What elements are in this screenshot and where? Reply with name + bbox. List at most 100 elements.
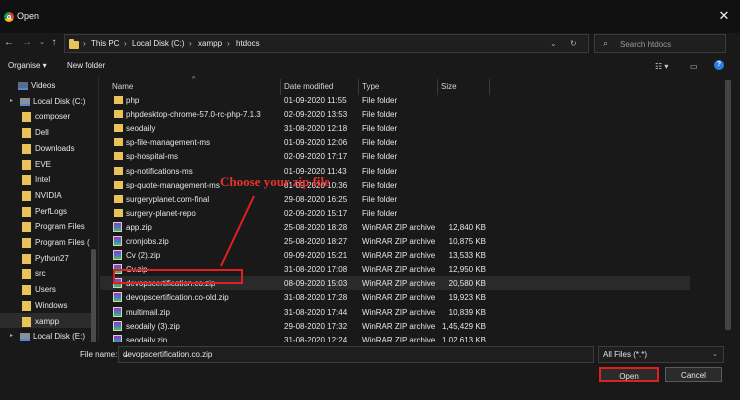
file-date: 25-08-2020 18:28	[284, 222, 348, 232]
file-row[interactable]: sp-file-management-ms 01-09-2020 12:06 Fil…	[100, 135, 690, 149]
new-folder-button[interactable]: New folder	[67, 61, 105, 70]
organise-menu[interactable]: Organise ▾	[8, 61, 47, 70]
folder-icon	[114, 152, 123, 161]
file-size: 13,533 KB	[448, 251, 486, 261]
breadcrumb-local-disk[interactable]: Local Disk (C:)	[132, 39, 184, 48]
address-dropdown-icon[interactable]: ⌄	[550, 39, 557, 48]
nav-item[interactable]: src	[0, 265, 96, 280]
file-type: WinRAR ZIP archive	[362, 307, 436, 317]
file-list-scrollbar[interactable]	[725, 80, 731, 330]
file-date: 09-09-2020 15:21	[284, 251, 348, 261]
up-arrow-icon[interactable]: ↑	[48, 36, 60, 50]
nav-pane-scrollbar[interactable]	[91, 249, 96, 342]
preview-pane-icon[interactable]: ▭	[690, 62, 698, 71]
cancel-button[interactable]: Cancel	[665, 367, 722, 382]
winrar-archive-icon	[113, 292, 122, 303]
column-date-modified[interactable]: Date modified	[284, 82, 333, 91]
nav-item[interactable]: EVE	[0, 156, 96, 171]
nav-item[interactable]: Windows	[0, 297, 96, 312]
file-row[interactable]: Cv (2).zip 09-09-2020 15:21 WinRAR ZIP arc…	[100, 248, 690, 262]
nav-item[interactable]: PerfLogs	[0, 203, 96, 218]
forward-arrow-icon[interactable]: →	[21, 36, 33, 50]
breadcrumb-this-pc[interactable]: This PC	[91, 39, 119, 48]
help-icon[interactable]: ?	[714, 60, 724, 70]
file-row[interactable]: surgery-planet-repo 02-09-2020 15:17 File …	[100, 206, 690, 220]
file-type-select[interactable]: All Files (*.*) ⌄	[598, 346, 724, 363]
file-size: 19,923 KB	[448, 293, 486, 303]
file-name: phpdesktop-chrome-57.0-rc-php-7.1.3	[126, 110, 261, 120]
nav-item-label: PerfLogs	[35, 206, 68, 216]
file-type: WinRAR ZIP archive	[362, 335, 436, 342]
view-options-icon[interactable]: ☷ ▾	[655, 62, 668, 71]
search-box[interactable]: ⌕ Search htdocs	[594, 34, 726, 53]
file-row[interactable]: app.zip 25-08-2020 18:28 WinRAR ZIP archiv…	[100, 220, 690, 234]
file-type: File folder	[362, 124, 398, 134]
column-size[interactable]: Size	[441, 82, 457, 91]
winrar-archive-icon	[113, 320, 122, 331]
nav-item[interactable]: Intel	[0, 171, 96, 186]
file-row[interactable]: cronjobs.zip 25-08-2020 18:27 WinRAR ZIP a…	[100, 234, 690, 248]
file-row[interactable]: sp-notifications-ms 01-09-2020 11:43 File …	[100, 164, 690, 178]
close-icon[interactable]: ✕	[717, 8, 731, 24]
file-size: 12,840 KB	[448, 222, 486, 232]
nav-item[interactable]: Program Files	[0, 218, 96, 233]
file-name: app.zip	[126, 222, 152, 232]
back-arrow-icon[interactable]: ←	[3, 36, 15, 50]
nav-item[interactable]: NVIDIA	[0, 187, 96, 202]
file-type: WinRAR ZIP archive	[362, 279, 436, 289]
nav-item[interactable]: Videos	[0, 77, 96, 92]
nav-item[interactable]: Dell	[0, 124, 96, 139]
expand-chevron-icon[interactable]: ▸	[10, 97, 13, 104]
nav-item[interactable]: xampp	[0, 312, 96, 328]
file-row[interactable]: multimail.zip 31-08-2020 17:44 WinRAR ZIP …	[100, 305, 690, 319]
expand-chevron-icon[interactable]: ▸	[10, 332, 13, 339]
nav-item[interactable]: ▸ Local Disk (E:)	[0, 328, 96, 342]
file-size: 1,02,613 KB	[441, 335, 486, 342]
file-name: seodaily.zip	[126, 335, 168, 342]
file-name-label: File name:	[80, 350, 118, 359]
column-type[interactable]: Type	[362, 82, 379, 91]
search-placeholder: Search htdocs	[620, 40, 672, 49]
nav-item[interactable]: Users	[0, 281, 96, 296]
file-row[interactable]: phpdesktop-chrome-57.0-rc-php-7.1.3 02-09…	[100, 107, 690, 121]
pane-splitter[interactable]	[98, 76, 99, 342]
file-row[interactable]: sp-hospital-ms 02-09-2020 17:17 File folde…	[100, 149, 690, 163]
file-date: 31-08-2020 17:28	[284, 293, 348, 303]
folder-icon	[114, 166, 123, 175]
file-type: WinRAR ZIP archive	[362, 265, 436, 275]
file-row[interactable]: seodaily 31-08-2020 12:18 File folder	[100, 121, 690, 135]
breadcrumb-htdocs[interactable]: htdocs	[236, 39, 260, 48]
chevron-down-icon[interactable]: ⌄	[123, 350, 130, 359]
nav-item[interactable]: composer	[0, 108, 96, 123]
nav-item[interactable]: ▸ Local Disk (C:)	[0, 93, 96, 108]
navigation-bar: ← → ⌄ ↑ › This PC › Local Disk (C:) › xa…	[0, 33, 740, 55]
refresh-icon[interactable]: ↻	[570, 39, 577, 48]
recent-locations-chevron-icon[interactable]: ⌄	[36, 36, 48, 50]
file-row[interactable]: seodaily (3).zip 29-08-2020 17:32 WinRAR Z…	[100, 319, 690, 333]
open-button[interactable]: Open	[599, 367, 659, 382]
file-row[interactable]: sp-quote-management-ms 01-09-2020 10:36 Fi…	[100, 178, 690, 192]
nav-item-label: Local Disk (C:)	[33, 96, 86, 106]
column-name[interactable]: Name	[112, 82, 133, 91]
search-icon: ⌕	[603, 38, 609, 48]
folder-icon	[22, 175, 31, 186]
nav-item[interactable]: Downloads	[0, 140, 96, 155]
file-row[interactable]: php 01-09-2020 11:55 File folder	[100, 93, 690, 107]
file-row[interactable]: devopscertification.co-old.zip 31-08-2020…	[100, 290, 690, 304]
file-name: sp-quote-management-ms	[126, 180, 220, 190]
nav-item[interactable]: Python27	[0, 250, 96, 265]
address-bar[interactable]: › This PC › Local Disk (C:) › xampp › ht…	[64, 34, 589, 53]
file-row[interactable]: surgeryplanet.com-final 29-08-2020 16:25 F…	[100, 192, 690, 206]
folder-icon	[114, 96, 123, 104]
nav-item[interactable]: Program Files (	[0, 234, 96, 249]
file-name: seodaily	[126, 124, 156, 134]
file-row[interactable]: seodaily.zip 31-08-2020 12:24 WinRAR ZIP a…	[100, 333, 690, 342]
drive-icon	[20, 333, 30, 342]
folder-icon	[22, 222, 31, 233]
nav-item-label: NVIDIA	[35, 190, 62, 200]
file-name-input[interactable]: devopscertification.co.zip ⌄	[118, 346, 594, 363]
file-type: File folder	[362, 152, 398, 162]
breadcrumb-xampp[interactable]: xampp	[198, 39, 222, 48]
scrollbar-thumb[interactable]	[725, 80, 731, 330]
file-date: 25-08-2020 18:27	[284, 237, 348, 246]
